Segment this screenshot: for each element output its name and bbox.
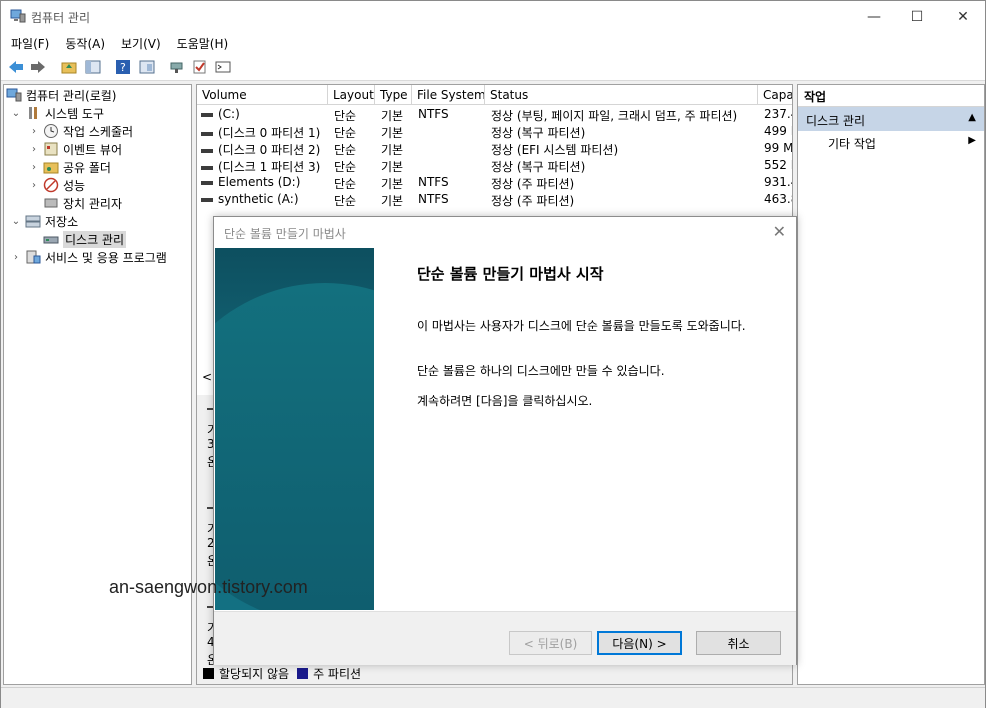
device-manager-icon [43,196,59,210]
storage-icon [25,214,41,228]
column-header-layout[interactable]: Layout [328,85,375,105]
tree-item-system-tools[interactable]: ⌄ 시스템 도구 [10,104,104,122]
maximize-button[interactable]: ☐ [894,1,940,32]
help-icon[interactable]: ? [114,58,132,76]
menu-view[interactable]: 보기(V) [111,32,167,54]
tree-item-computer-management[interactable]: 컴퓨터 관리(로컬) [6,86,116,104]
status-bar [1,687,985,708]
show-hide-tree-icon[interactable] [84,58,102,76]
wizard-side-banner [215,248,374,610]
wizard-paragraph-2: 단순 볼륨은 하나의 디스크에만 만들 수 있습니다. [417,364,665,378]
forward-icon[interactable] [29,58,47,76]
wizard-close-icon[interactable]: ✕ [773,222,786,241]
back-icon[interactable] [7,58,25,76]
minimize-button[interactable]: — [851,1,897,32]
wizard-footer: < 뒤로(B) 다음(N) > 취소 [214,611,796,665]
wizard-title: 단순 볼륨 만들기 마법사 [224,227,346,241]
computer-management-window: 컴퓨터 관리 — ☐ ✕ 파일(F) 동작(A) 보기(V) 도움말(H) ? [0,0,986,708]
actions-header: 작업 [798,85,984,107]
chevron-right-icon[interactable]: › [28,180,40,191]
event-viewer-icon [43,142,59,156]
menu-file[interactable]: 파일(F) [1,32,55,54]
clock-icon [43,124,59,138]
actions-pane: 작업 디스크 관리 ▲ 기타 작업 ▶ [797,84,985,685]
disk-management-icon [43,232,59,246]
tree-item-task-scheduler[interactable]: › 작업 스케줄러 [28,122,133,140]
table-row[interactable]: (C:) 단순 기본 NTFS 정상 (부팅, 페이지 파일, 크래시 덤프, … [197,106,792,123]
window-title: 컴퓨터 관리 [31,11,91,25]
properties-icon[interactable] [138,58,156,76]
performance-icon [43,177,59,193]
table-row[interactable]: Elements (D:) 단순 기본 NTFS 정상 (주 파티션) 931.… [197,174,792,191]
watermark-text: an-saengwon.tistory.com [109,577,308,597]
volume-icon [201,131,213,136]
tools-icon [25,106,41,120]
table-row[interactable]: (디스크 0 파티션 2) 단순 기본 정상 (EFI 시스템 파티션) 99 … [197,140,792,157]
up-folder-icon[interactable] [60,58,78,76]
column-header-volume[interactable]: Volume [197,85,328,105]
wizard-heading: 단순 볼륨 만들기 마법사 시작 [417,265,604,283]
tree-item-shared-folders[interactable]: › 공유 폴더 [28,158,111,176]
volume-icon [201,165,213,170]
actions-section-disk-management[interactable]: 디스크 관리 ▲ [798,107,984,131]
volume-icon [201,180,213,185]
chevron-right-icon[interactable]: › [28,126,40,137]
services-icon [25,250,41,264]
chevron-down-icon[interactable]: ⌄ [10,216,22,227]
tree-item-storage[interactable]: ⌄ 저장소 [10,212,78,230]
legend: 할당되지 않음 주 파티션 [203,665,361,682]
actions-item-more[interactable]: 기타 작업 ▶ [798,131,984,153]
console-icon[interactable] [214,58,232,76]
wizard-paragraph-3: 계속하려면 [다음]을 클릭하십시오. [417,394,593,408]
tree-item-disk-management[interactable]: 디스크 관리 [43,230,127,248]
menu-action[interactable]: 동작(A) [55,32,111,54]
shared-folder-icon [43,160,59,174]
svg-text:?: ? [120,61,126,74]
legend-unallocated-label: 할당되지 않음 [219,667,290,681]
wizard-paragraph-1: 이 마법사는 사용자가 디스크에 단순 볼륨을 만들도록 도와줍니다. [417,319,746,333]
tree-item-performance[interactable]: › 성능 [28,176,85,194]
chevron-right-icon[interactable]: › [28,144,40,155]
computer-icon [6,88,22,102]
collapse-arrow-icon[interactable]: ▲ [968,112,976,123]
check-icon[interactable] [191,58,209,76]
chevron-right-icon[interactable]: › [10,252,22,263]
submenu-arrow-icon: ▶ [968,135,976,146]
column-header-capacity[interactable]: Capa [758,85,792,105]
table-row[interactable]: (디스크 0 파티션 1) 단순 기본 정상 (복구 파티션) 499 I [197,123,792,140]
column-header-status[interactable]: Status [485,85,758,105]
next-button[interactable]: 다음(N) > [597,631,682,655]
cancel-button[interactable]: 취소 [696,631,781,655]
table-row[interactable]: (디스크 1 파티션 3) 단순 기본 정상 (복구 파티션) 552 I [197,157,792,174]
menu-help[interactable]: 도움말(H) [167,32,235,54]
legend-primary-label: 주 파티션 [313,667,362,681]
tree-item-services-applications[interactable]: › 서비스 및 응용 프로그램 [10,248,167,266]
column-header-type[interactable]: Type [375,85,412,105]
legend-swatch-unallocated [203,668,214,679]
menu-bar: 파일(F) 동작(A) 보기(V) 도움말(H) [1,32,985,54]
table-row[interactable]: synthetic (A:) 단순 기본 NTFS 정상 (주 파티션) 463… [197,191,792,208]
scroll-left-arrow[interactable]: < [202,370,212,384]
column-header-file-system[interactable]: File System [412,85,485,105]
chevron-right-icon[interactable]: › [28,162,40,173]
close-button[interactable]: ✕ [940,1,986,32]
volume-icon [201,197,213,202]
legend-swatch-primary [297,668,309,679]
computer-management-icon [10,9,26,23]
tree-item-event-viewer[interactable]: › 이벤트 뷰어 [28,140,122,158]
volume-icon [201,148,213,153]
tree-item-device-manager[interactable]: 장치 관리자 [43,194,122,212]
chevron-down-icon[interactable]: ⌄ [10,108,22,119]
title-bar: 컴퓨터 관리 — ☐ ✕ [1,1,985,32]
banner-arc [215,283,374,610]
volume-icon [201,112,213,117]
back-button[interactable]: < 뒤로(B) [509,631,592,655]
toolbar: ? [1,54,985,81]
connect-icon[interactable] [168,58,186,76]
